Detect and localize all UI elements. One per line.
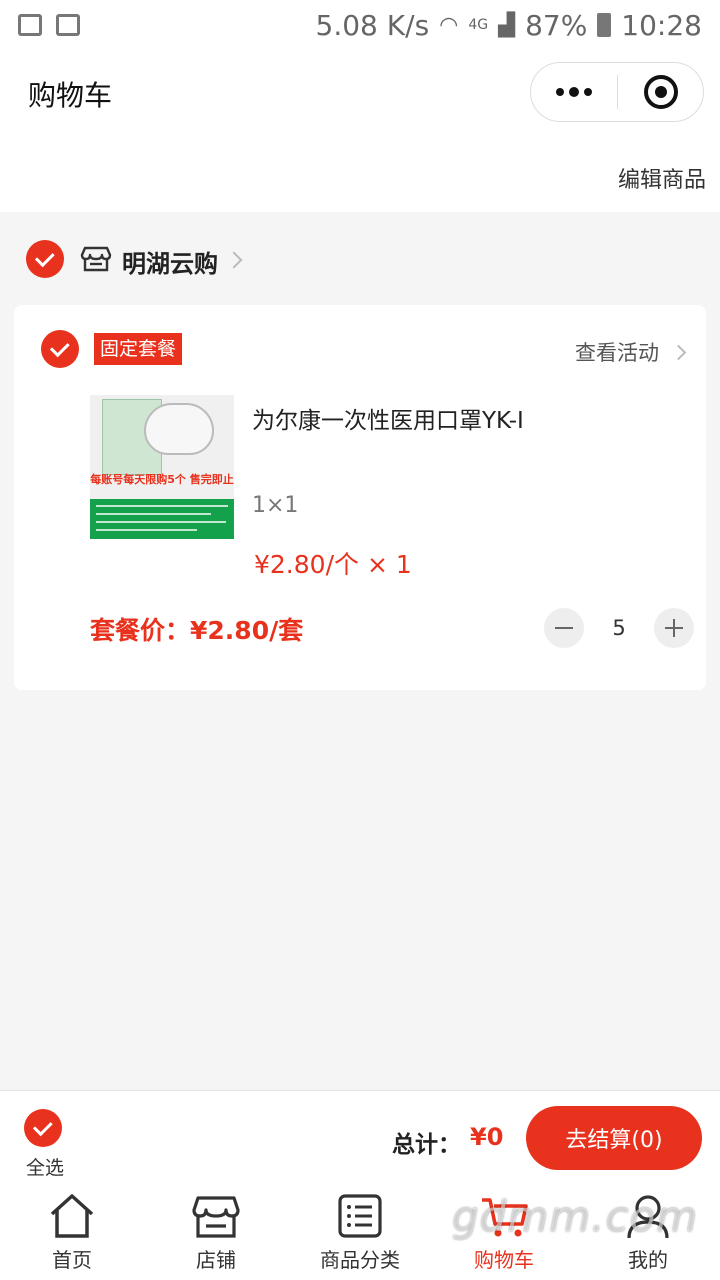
tab-home[interactable]: 首页 [0, 1180, 144, 1280]
chevron-right-icon [670, 344, 687, 360]
product-image[interactable]: 每账号每天限购5个 售完即止 [90, 395, 234, 539]
face-mask-illustration [144, 403, 214, 455]
product-image-caption: 每账号每天限购5个 售完即止 [90, 473, 234, 486]
store-icon [80, 246, 112, 272]
title-bar: 购物车 [0, 50, 720, 136]
network-type: 4G [468, 17, 489, 33]
home-icon [50, 1194, 94, 1238]
page-title: 购物车 [28, 79, 113, 112]
close-miniprogram-button[interactable] [618, 75, 703, 109]
product-unit-price: ¥2.80/个 × 1 [254, 550, 412, 579]
list-icon [338, 1194, 382, 1238]
tab-store[interactable]: 店铺 [144, 1180, 288, 1280]
tab-categories-label: 商品分类 [320, 1248, 400, 1272]
tab-home-label: 首页 [52, 1248, 92, 1272]
tab-categories[interactable]: 商品分类 [288, 1180, 432, 1280]
edit-bar: 编辑商品 [0, 136, 720, 212]
select-all-checkbox[interactable] [24, 1109, 62, 1147]
status-bar: 5.08 K/s ◠ 4G ▟ 87% 10:28 [0, 0, 720, 50]
product-image-notice [90, 499, 234, 539]
miniprogram-capsule [530, 62, 704, 122]
chevron-right-icon[interactable] [225, 251, 243, 269]
tab-cart-label: 购物车 [474, 1248, 534, 1272]
wifi-icon: ◠ [439, 12, 459, 38]
combo-price-label: 套餐价： [90, 616, 191, 645]
total-label: 总计： [392, 1132, 461, 1158]
product-spec: 1×1 [252, 493, 299, 518]
decrease-quantity-button[interactable] [544, 608, 584, 648]
combo-price-value: ¥2.80/套 [190, 616, 304, 645]
target-circle-icon [643, 75, 678, 109]
checkout-bar: 全选 总计： ¥0 去结算(0) [0, 1090, 720, 1180]
view-activity-label: 查看活动 [575, 341, 659, 365]
tab-mine-label: 我的 [628, 1248, 668, 1272]
clock-notification-icon [56, 14, 80, 36]
view-activity-link[interactable]: 查看活动 [575, 337, 687, 367]
checkout-button[interactable]: 去结算(0) [526, 1106, 702, 1170]
product-name[interactable]: 为尔康一次性医用口罩YK-I [252, 401, 524, 435]
tab-store-label: 店铺 [196, 1248, 236, 1272]
store-row: 明湖云购 [0, 232, 720, 288]
store-name[interactable]: 明湖云购 [122, 244, 218, 279]
combo-price: 套餐价：¥2.80/套 [90, 611, 303, 647]
increase-quantity-button[interactable] [654, 608, 694, 648]
clock-time: 10:28 [621, 8, 702, 42]
package-checkbox[interactable] [41, 330, 79, 368]
watermark: gdmm.com [452, 1192, 699, 1241]
select-all-label[interactable]: 全选 [26, 1153, 64, 1180]
total-value: ¥0 [470, 1123, 504, 1151]
gallery-notification-icon [18, 14, 42, 36]
edit-items-link[interactable]: 编辑商品 [618, 162, 706, 194]
package-card: 固定套餐 查看活动 每账号每天限购5个 售完即止 为尔康一次性医用口罩YK-I … [14, 305, 706, 690]
store-checkbox[interactable] [26, 240, 64, 278]
battery-level: 87% [525, 8, 588, 42]
battery-icon [597, 13, 612, 37]
quantity-value[interactable]: 5 [584, 616, 654, 640]
quantity-stepper: 5 [544, 607, 694, 649]
more-dots-icon[interactable] [531, 63, 617, 121]
store-icon [192, 1196, 240, 1238]
signal-icon: ▟ [498, 12, 516, 38]
network-speed: 5.08 K/s [315, 8, 430, 42]
package-tag: 固定套餐 [94, 333, 183, 365]
